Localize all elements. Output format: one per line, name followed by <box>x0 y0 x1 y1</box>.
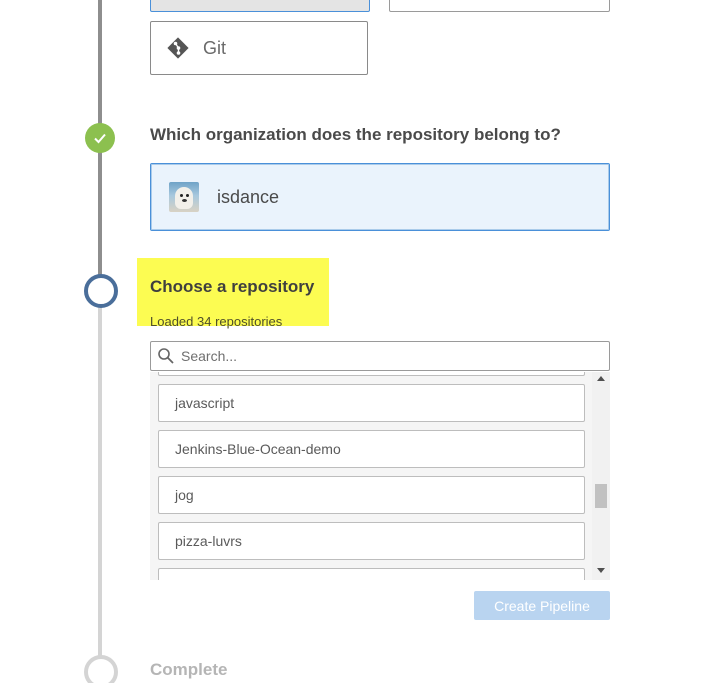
repository-list[interactable]: javascript Jenkins-Blue-Ocean-demo jog p… <box>150 372 610 580</box>
pipeline-creation-page: Git Which organization does the reposito… <box>0 0 727 683</box>
repository-step-heading: Choose a repository <box>150 277 315 296</box>
provider-button-selected[interactable] <box>150 0 370 12</box>
step-pending-indicator <box>84 655 118 683</box>
create-pipeline-button[interactable]: Create Pipeline <box>474 591 610 620</box>
organization-avatar <box>169 182 199 212</box>
repository-item[interactable]: jog <box>158 476 585 514</box>
provider-button[interactable] <box>389 0 610 12</box>
step-complete-check-icon <box>85 123 115 153</box>
complete-step-label: Complete <box>150 660 228 679</box>
git-provider-label: Git <box>203 37 227 58</box>
organization-option-selected[interactable]: isdance <box>150 163 610 231</box>
organization-step-heading: Which organization does the repository b… <box>150 125 561 144</box>
git-icon <box>165 35 191 61</box>
scroll-up-arrow-icon[interactable] <box>597 376 605 381</box>
search-icon <box>157 347 175 365</box>
repository-search[interactable] <box>150 341 610 371</box>
repository-list-scrollbar[interactable] <box>592 372 610 580</box>
repository-item-partial-bottom[interactable] <box>158 568 585 580</box>
repository-item-partial-top[interactable] <box>158 372 585 376</box>
step-current-indicator <box>84 274 118 308</box>
repository-item[interactable]: javascript <box>158 384 585 422</box>
repository-item[interactable]: pizza-luvrs <box>158 522 585 560</box>
scrollbar-thumb[interactable] <box>595 484 607 508</box>
git-provider-button[interactable]: Git <box>150 21 368 75</box>
repositories-loaded-status: Loaded 34 repositories <box>150 314 283 329</box>
search-input[interactable] <box>179 347 583 365</box>
repository-item[interactable]: Jenkins-Blue-Ocean-demo <box>158 430 585 468</box>
organization-name: isdance <box>217 186 280 207</box>
timeline-line-pending <box>98 305 102 683</box>
scroll-down-arrow-icon[interactable] <box>597 568 605 573</box>
